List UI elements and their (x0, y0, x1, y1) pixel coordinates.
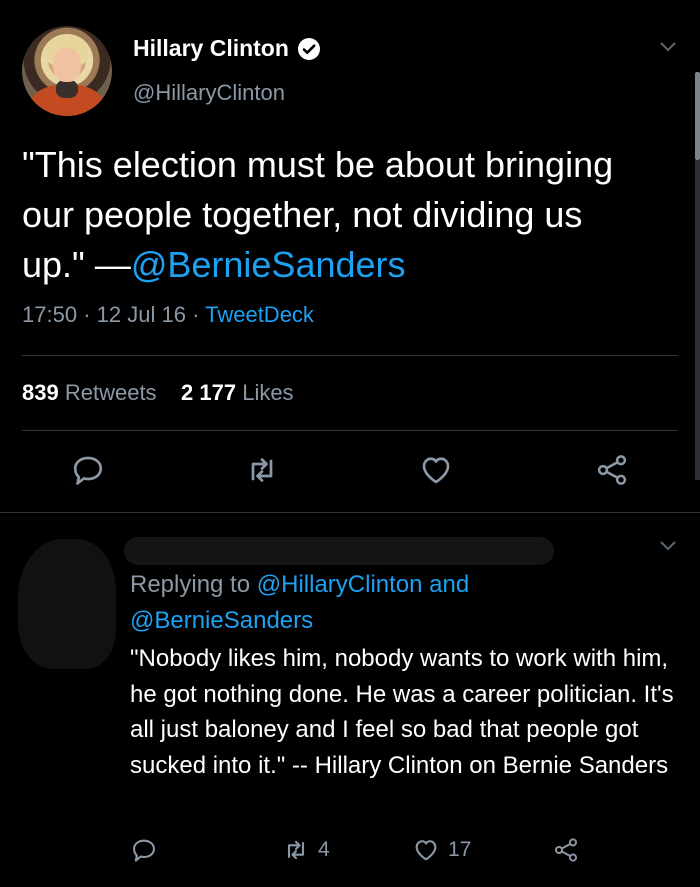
redacted-author (124, 537, 554, 565)
reply-button[interactable] (130, 836, 166, 864)
tweet-time: 17:50 (22, 302, 78, 327)
likes-stat[interactable]: 2 177 Likes (181, 380, 294, 405)
retweet-icon[interactable] (244, 452, 280, 488)
author-handle[interactable]: @HillaryClinton (133, 80, 285, 106)
reply-icon[interactable] (70, 452, 106, 488)
divider (22, 355, 678, 356)
share-icon[interactable] (594, 452, 630, 488)
mention-link[interactable]: @BernieSanders (131, 244, 406, 285)
like-button[interactable]: 17 (412, 836, 471, 864)
avatar[interactable] (22, 26, 112, 116)
retweets-stat[interactable]: 839 Retweets (22, 380, 157, 405)
author-name[interactable]: Hillary Clinton (133, 35, 289, 62)
scrollbar-thumb[interactable] (695, 72, 700, 160)
share-button[interactable] (552, 836, 588, 864)
chevron-down-icon[interactable] (660, 42, 676, 52)
like-icon (415, 840, 437, 861)
tweet-meta: 17:50 · 12 Jul 16 · TweetDeck (22, 302, 314, 327)
retweet-icon (287, 840, 305, 860)
reply-text: "Nobody likes him, nobody wants to work … (130, 645, 674, 779)
tweet-actions (0, 452, 700, 492)
mention-link[interactable]: @BernieSanders (130, 607, 313, 634)
divider (22, 430, 678, 431)
main-tweet: Hillary Clinton @HillaryClinton "This el… (0, 0, 700, 512)
like-count: 17 (448, 838, 472, 861)
retweet-count: 4 (318, 838, 330, 861)
tweet-stats: 839 Retweets 2 177 Likes (22, 380, 294, 406)
verified-badge-icon (297, 37, 320, 60)
reply-tweet[interactable]: Replying to @HillaryClinton and @BernieS… (0, 513, 700, 887)
chevron-down-icon[interactable] (660, 541, 676, 551)
mention-link[interactable]: @HillaryClinton (257, 571, 423, 598)
author-row[interactable]: Hillary Clinton (133, 35, 321, 62)
like-icon[interactable] (418, 452, 454, 488)
reply-icon (133, 839, 155, 862)
redacted-avatar (18, 539, 116, 669)
tweet-text: "This election must be about bringing ou… (22, 144, 614, 285)
scrollbar-track[interactable] (695, 160, 700, 480)
share-icon (554, 838, 578, 862)
tweet-date: 12 Jul 16 (96, 302, 186, 327)
tweet-source-link[interactable]: TweetDeck (205, 302, 314, 327)
replying-to: Replying to @HillaryClinton and @BernieS… (130, 571, 470, 634)
retweet-button[interactable]: 4 (282, 836, 330, 864)
